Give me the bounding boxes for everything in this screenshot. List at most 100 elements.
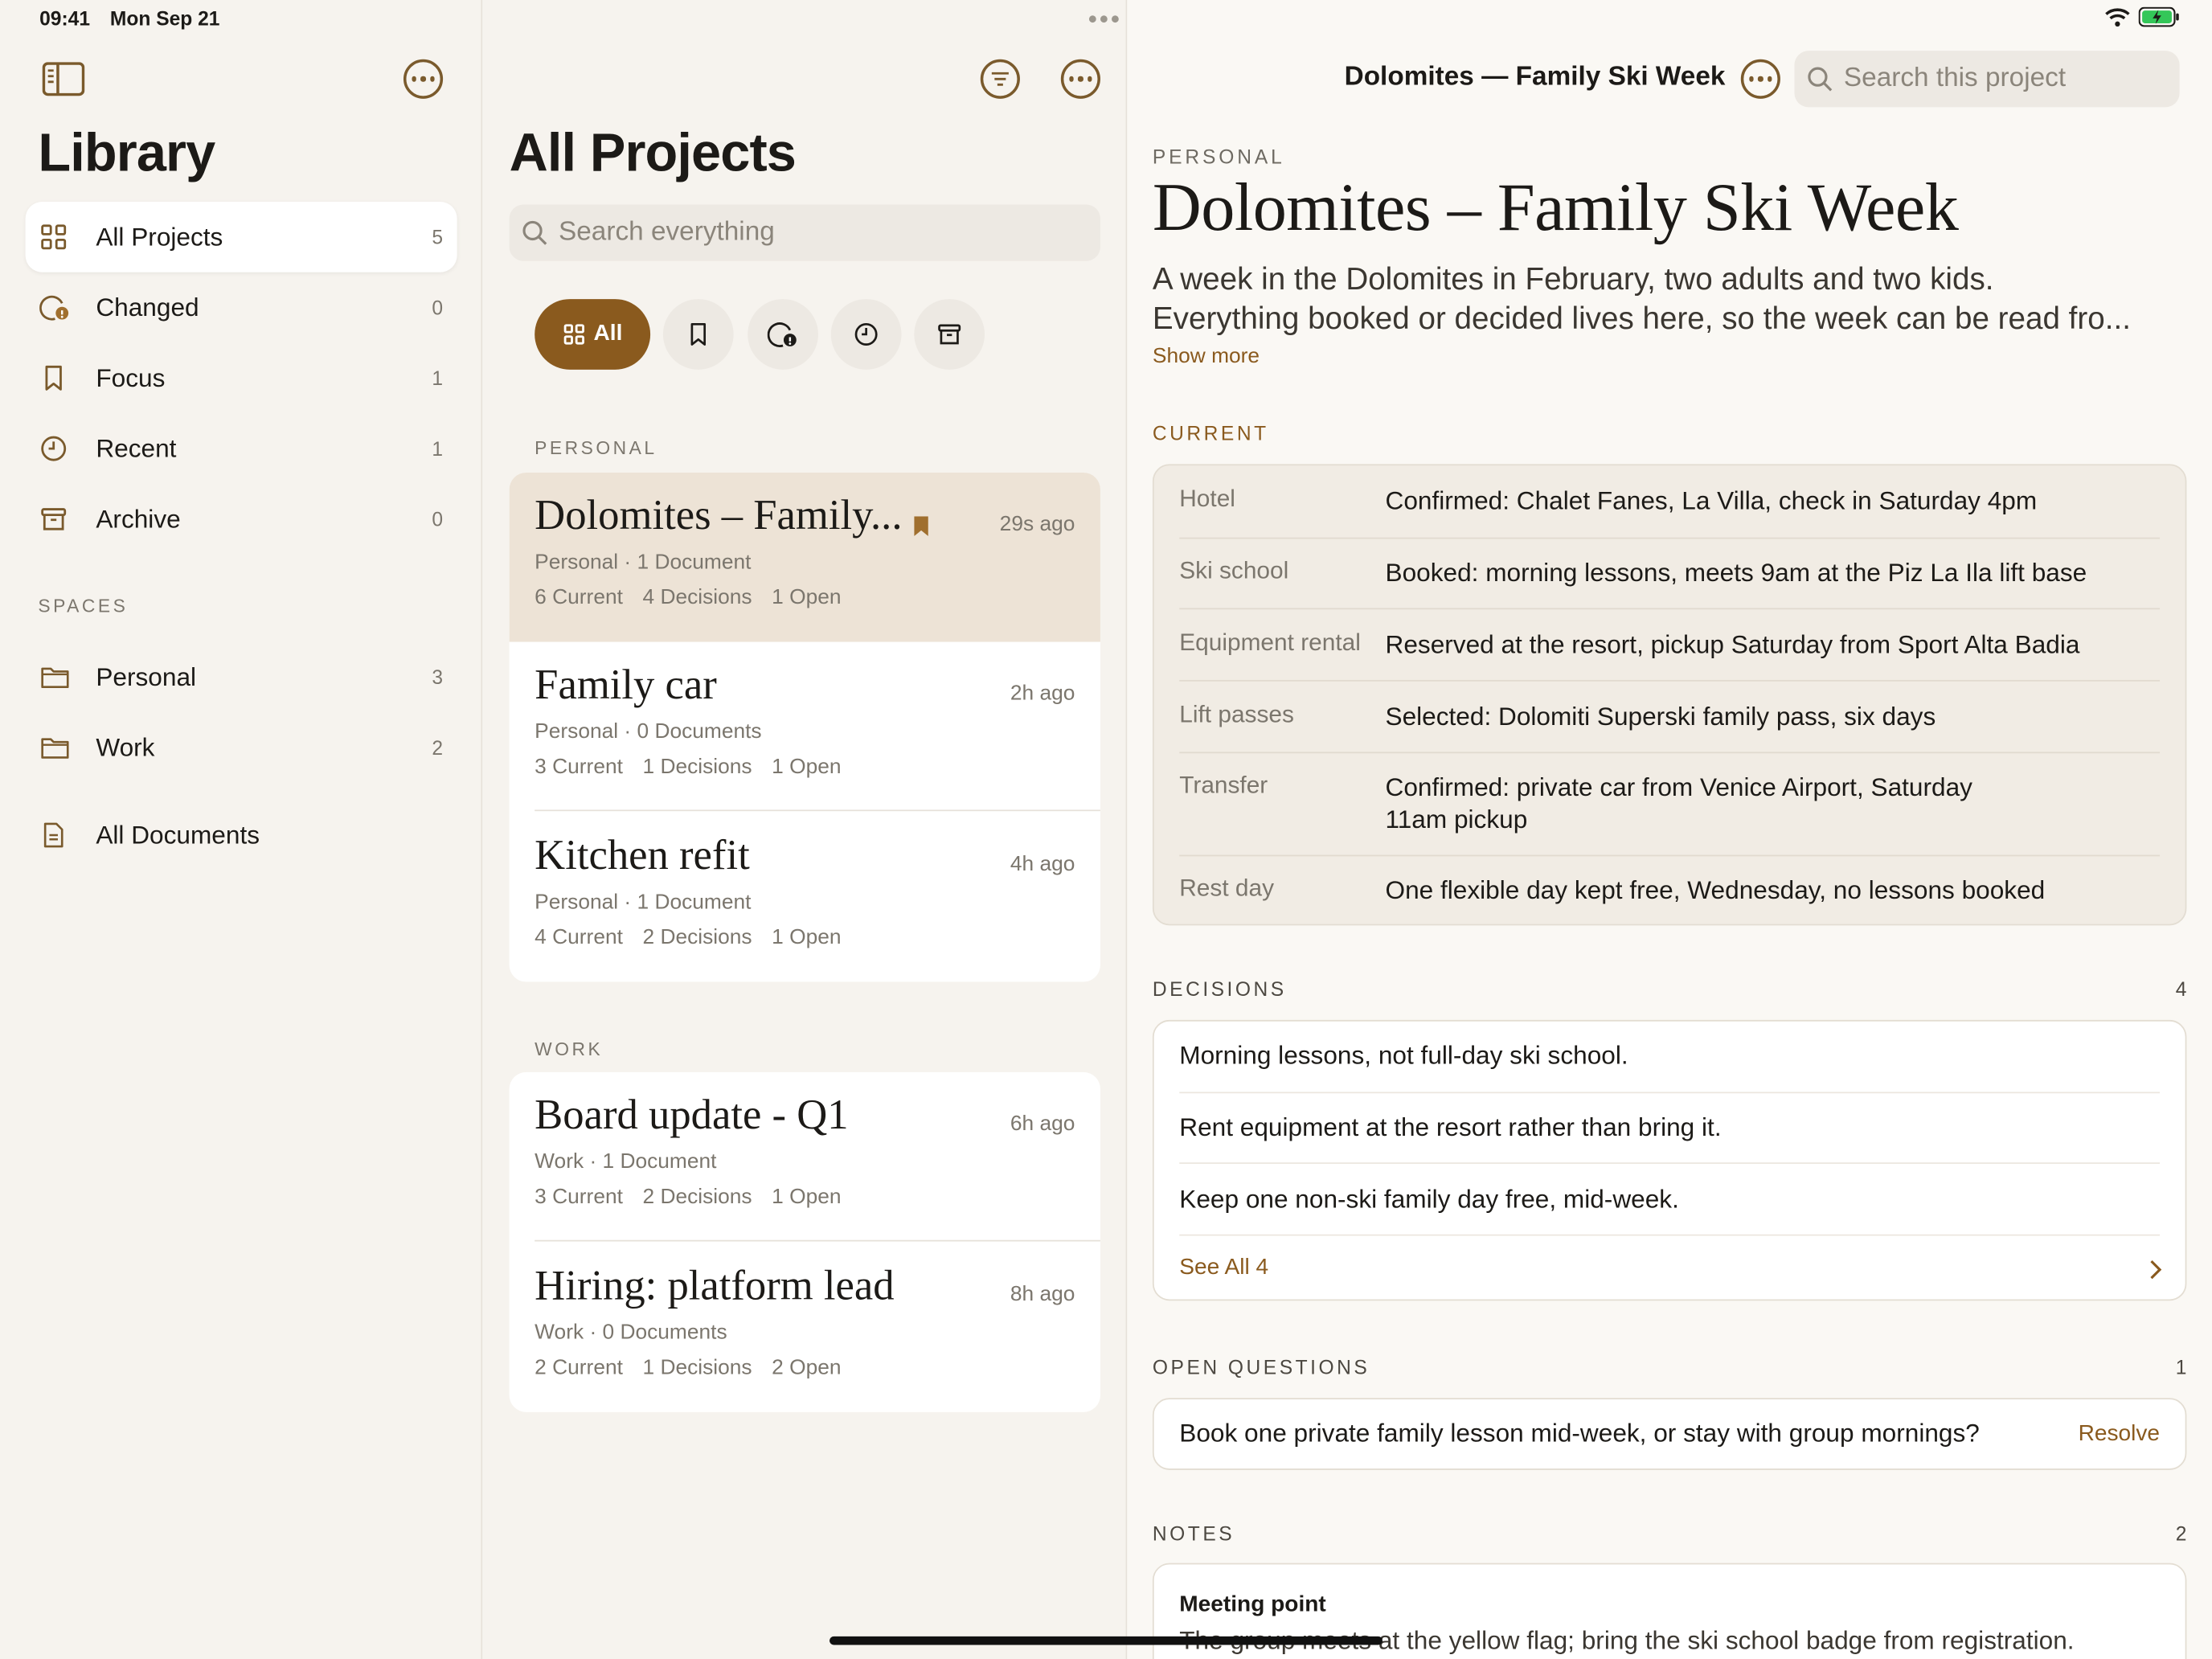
resolve-button[interactable]: Resolve [2079, 1422, 2160, 1448]
current-count: 6 Current [535, 585, 623, 610]
show-more-link[interactable]: Show more [1153, 344, 1260, 368]
search-placeholder: Search this project [1843, 63, 2067, 93]
sidebar-item-all-projects[interactable]: All Projects 5 [25, 201, 457, 272]
multitasking-dots-icon[interactable] [1088, 15, 1119, 23]
sidebar: 09:41 Mon Sep 21 Library All Projects 5 … [0, 0, 483, 1659]
project-row[interactable]: Board update - Q1 6h ago Work · 1 Docume… [510, 1072, 1100, 1242]
more-icon[interactable] [1060, 59, 1100, 99]
sidebar-item-all-documents[interactable]: All Documents [26, 800, 457, 870]
filter-recent-chip[interactable] [830, 299, 902, 370]
row-divider [1179, 608, 2161, 610]
sidebar-item-personal[interactable]: Personal 3 [26, 642, 457, 713]
current-value: Booked: morning lessons, meets 9am at th… [1385, 559, 2087, 588]
folder-icon [39, 734, 69, 762]
more-icon[interactable] [403, 59, 444, 99]
sidebar-item-count: 2 [432, 736, 444, 760]
description-line: Everything booked or decided lives here,… [1152, 300, 2131, 336]
project-title: Hiring: platform lead [535, 1262, 895, 1309]
filter-all-label: All [593, 322, 623, 346]
status-time: 09:41 [39, 6, 90, 30]
project-row[interactable]: Dolomites – Family... 29s ago Personal ·… [509, 472, 1100, 642]
sidebar-item-archive[interactable]: Archive 0 [26, 484, 457, 555]
home-indicator[interactable] [829, 1636, 1382, 1645]
sidebar-item-label: Work [96, 732, 155, 761]
notes-count: 2 [2175, 1522, 2187, 1545]
search-input[interactable]: Search everything [509, 204, 1100, 261]
decisions-count: 4 [2175, 977, 2187, 1001]
current-value: Confirmed: Chalet Fanes, La Villa, check… [1385, 486, 2038, 515]
project-space-kicker: PERSONAL [1152, 145, 1285, 168]
chevron-right-icon[interactable] [2149, 1260, 2163, 1280]
current-count: 3 Current [535, 754, 623, 779]
row-divider [1179, 1092, 2161, 1094]
status-icons [2105, 6, 2181, 27]
row-divider [1179, 854, 2161, 857]
project-search-input[interactable]: Search this project [1794, 51, 2180, 108]
battery-icon [2138, 6, 2181, 27]
sidebar-item-label: Archive [96, 504, 181, 533]
project-row[interactable]: Kitchen refit 4h ago Personal · 1 Docume… [510, 813, 1100, 982]
library-title: Library [38, 124, 215, 184]
decisions-section-label: DECISIONS [1152, 977, 1287, 1001]
group-label-personal: PERSONAL [535, 437, 657, 459]
filter-archive-chip[interactable] [914, 299, 985, 370]
bookmark-filled-icon [914, 516, 928, 536]
project-row[interactable]: Family car 2h ago Personal · 0 Documents… [510, 642, 1100, 812]
open-questions-count: 1 [2175, 1355, 2187, 1378]
current-section-label: CURRENT [1152, 421, 1269, 444]
more-icon[interactable] [1740, 59, 1780, 99]
project-time: 8h ago [1010, 1282, 1075, 1307]
filter-all-chip[interactable]: All [535, 299, 651, 370]
row-divider [1179, 679, 2161, 682]
current-key: Lift passes [1179, 701, 1294, 728]
current-count: 3 Current [535, 1185, 623, 1210]
sidebar-item-focus[interactable]: Focus 1 [26, 342, 457, 413]
search-icon [1807, 66, 1833, 92]
grid-icon [563, 323, 585, 346]
row-divider [1179, 1162, 2161, 1164]
sidebar-item-count: 3 [432, 666, 444, 689]
filter-focus-chip[interactable] [662, 299, 734, 370]
sidebar-item-label: All Projects [96, 222, 223, 251]
current-value: One flexible day kept free, Wednesday, n… [1385, 875, 2046, 905]
open-question-text: Book one private family lesson mid-week,… [1179, 1419, 1980, 1448]
sidebar-item-changed[interactable]: Changed 0 [26, 272, 457, 343]
see-all-decisions-link[interactable]: See All 4 [1179, 1256, 1268, 1281]
project-group-work: Board update - Q1 6h ago Work · 1 Docume… [509, 1071, 1100, 1412]
sidebar-item-recent[interactable]: Recent 1 [26, 413, 457, 484]
project-time: 4h ago [1010, 852, 1075, 876]
project-meta: Work · 0 Documents [535, 1320, 727, 1345]
project-title: Board update - Q1 [535, 1092, 849, 1139]
project-title: Dolomites – Family... [535, 492, 903, 539]
spaces-label: SPACES [38, 595, 129, 616]
project-stats: 3 Current 1 Decisions 1 Open [535, 755, 841, 779]
grid-icon [39, 223, 68, 251]
current-key: Hotel [1179, 485, 1235, 513]
filter-icon[interactable] [980, 59, 1020, 99]
sidebar-item-label: All Documents [96, 820, 260, 849]
sidebar-toggle-icon[interactable] [42, 62, 85, 96]
archive-icon [39, 505, 68, 533]
project-time: 29s ago [999, 512, 1075, 536]
filter-changed-chip[interactable] [748, 299, 818, 370]
sidebar-item-work[interactable]: Work 2 [26, 712, 457, 783]
sidebar-item-label: Recent [96, 433, 177, 462]
project-row[interactable]: Hiring: platform lead 8h ago Work · 0 Do… [510, 1243, 1100, 1412]
current-value: Reserved at the resort, pickup Saturday … [1385, 630, 2080, 659]
status-date: Mon Sep 21 [109, 6, 220, 30]
sidebar-item-count: 1 [432, 367, 444, 390]
archive-icon [936, 322, 962, 347]
decision-row[interactable]: Rent equipment at the resort rather than… [1179, 1113, 2160, 1143]
project-title: Family car [535, 662, 717, 709]
decision-row[interactable]: Keep one non-ski family day free, mid-we… [1179, 1185, 2160, 1215]
clock-icon [39, 435, 68, 463]
notes-section-label: NOTES [1152, 1522, 1235, 1545]
decisions-card: Morning lessons, not full-day ski school… [1152, 1019, 2187, 1301]
note-title: Meeting point [1179, 1592, 1326, 1617]
decisions-count: 1 Decisions [642, 754, 752, 779]
current-key: Rest day [1179, 875, 1275, 902]
sidebar-item-label: Changed [96, 293, 199, 322]
clock-icon [854, 322, 879, 347]
project-meta: Work · 1 Document [535, 1149, 717, 1174]
decision-row[interactable]: Morning lessons, not full-day ski school… [1179, 1041, 2160, 1071]
